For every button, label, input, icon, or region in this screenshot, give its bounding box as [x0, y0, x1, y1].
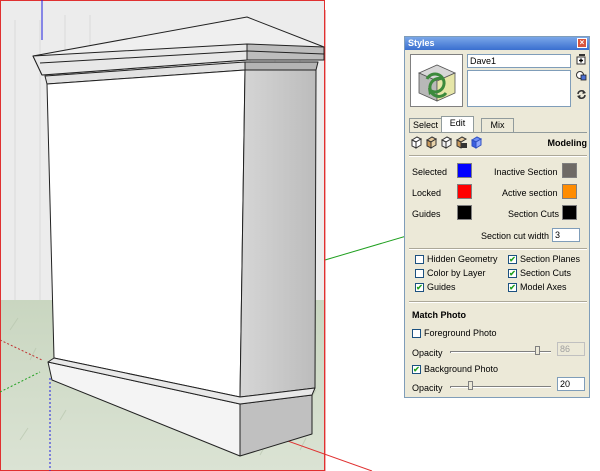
- create-style-icon[interactable]: [576, 54, 587, 65]
- close-button[interactable]: ×: [577, 38, 587, 48]
- background-photo-label: Background Photo: [424, 364, 499, 374]
- style-name-input[interactable]: [467, 54, 571, 68]
- color-by-layer-label: Color by Layer: [427, 268, 486, 278]
- styles-title: Styles: [408, 38, 435, 48]
- tab-select[interactable]: Select: [409, 118, 442, 132]
- style-description-field[interactable]: [467, 70, 571, 107]
- foreground-opacity-slider-thumb[interactable]: [534, 346, 540, 355]
- guides-checkbox[interactable]: ✔: [415, 283, 424, 292]
- section-planes-label: Section Planes: [520, 254, 581, 264]
- update-style-icon[interactable]: [576, 70, 587, 81]
- locked-color-swatch[interactable]: [457, 184, 472, 199]
- foreground-photo-label: Foreground Photo: [424, 328, 497, 338]
- section-cuts-label: Section Cuts: [520, 268, 572, 278]
- style-cube-thumbnail-icon[interactable]: [410, 54, 463, 107]
- divider: [409, 248, 587, 250]
- tab-mix[interactable]: Mix: [481, 118, 514, 132]
- background-opacity-slider-thumb[interactable]: [468, 381, 474, 390]
- locked-color-label: Locked: [412, 188, 442, 198]
- background-settings-icon[interactable]: [440, 136, 453, 149]
- section-cut-width-input[interactable]: [552, 228, 580, 242]
- edge-settings-icon[interactable]: [410, 136, 423, 149]
- section-cut-width-label: Section cut width: [481, 231, 550, 241]
- active-section-color-label: Active section: [502, 188, 558, 198]
- background-opacity-input[interactable]: [557, 377, 585, 391]
- section-cuts-checkbox[interactable]: ✔: [508, 269, 517, 278]
- background-photo-checkbox[interactable]: ✔: [412, 365, 421, 374]
- divider: [409, 155, 587, 157]
- divider: [409, 301, 587, 303]
- guides-label: Guides: [427, 282, 456, 292]
- hidden-geometry-label: Hidden Geometry: [427, 254, 498, 264]
- modeling-settings-icon[interactable]: [470, 136, 483, 149]
- model-axes-label: Model Axes: [520, 282, 567, 292]
- section-cuts-color-swatch[interactable]: [562, 205, 577, 220]
- modeling-section-label: Modeling: [547, 138, 588, 148]
- foreground-opacity-input[interactable]: [557, 342, 585, 356]
- model-axes-checkbox[interactable]: ✔: [508, 283, 517, 292]
- background-opacity-label: Opacity: [412, 383, 443, 393]
- face-settings-icon[interactable]: [425, 136, 438, 149]
- background-opacity-slider[interactable]: [450, 386, 551, 388]
- foreground-opacity-label: Opacity: [412, 348, 443, 358]
- active-section-color-swatch[interactable]: [562, 184, 577, 199]
- styles-titlebar[interactable]: Styles ×: [405, 37, 589, 50]
- hidden-geometry-checkbox[interactable]: [415, 255, 424, 264]
- section-planes-checkbox[interactable]: ✔: [508, 255, 517, 264]
- section-cuts-color-label: Section Cuts: [508, 209, 560, 219]
- guides-color-label: Guides: [412, 209, 441, 219]
- refresh-icon[interactable]: [576, 89, 587, 100]
- guides-color-swatch[interactable]: [457, 205, 472, 220]
- inactive-section-color-swatch[interactable]: [562, 163, 577, 178]
- tab-edit[interactable]: Edit: [441, 116, 474, 132]
- match-photo-heading: Match Photo: [412, 310, 466, 320]
- tab-panel-border: [409, 132, 587, 133]
- cabinet-model[interactable]: [32, 16, 325, 457]
- inactive-section-color-label: Inactive Section: [494, 167, 558, 177]
- selected-color-swatch[interactable]: [457, 163, 472, 178]
- styles-panel: Styles × Select Edit Mix: [404, 36, 590, 398]
- selected-color-label: Selected: [412, 167, 448, 177]
- foreground-photo-checkbox[interactable]: [412, 329, 421, 338]
- color-by-layer-checkbox[interactable]: [415, 269, 424, 278]
- watermark-settings-icon[interactable]: [455, 136, 468, 149]
